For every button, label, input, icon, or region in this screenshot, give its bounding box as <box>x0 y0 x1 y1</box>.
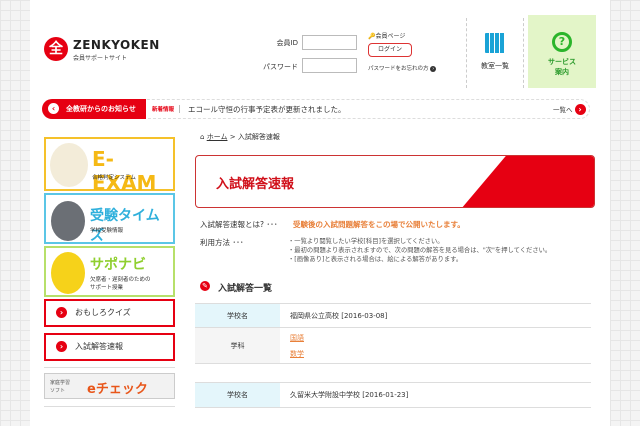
page-title: 入試解答速報 <box>216 177 295 192</box>
member-id-label: 会員ID <box>276 39 298 47</box>
chevron-right-icon: › <box>56 341 67 352</box>
answer-table: 学校名 久留米大学附設中学校 [2016-01-23] <box>195 382 591 408</box>
about-label: 入試解答速報とは? ･･･ <box>200 220 278 229</box>
login-button[interactable]: ログイン <box>368 43 412 57</box>
school-header: 学校名 <box>195 383 280 407</box>
juken-subtitle: 学校受験情報 <box>90 228 124 234</box>
subject-link[interactable]: 数学 <box>290 349 581 359</box>
quiz-label: おもしろクイズ <box>75 308 131 317</box>
mascot-sheep-icon <box>50 143 88 187</box>
divider <box>44 367 175 368</box>
pencil-icon: ✎ <box>200 281 210 291</box>
usage-list: ・一覧より閲覧したい学校[科目]を選択してください。 ・最初の問題より表示されま… <box>288 237 551 264</box>
echeck-banner[interactable]: 家庭学習 ソフト eチェック <box>44 373 175 399</box>
echeck-title: eチェック <box>87 382 148 397</box>
brand-name[interactable]: ZENKYOKEN <box>73 38 160 52</box>
juken-times-banner[interactable]: 受験タイムズ 学校受験情報 <box>44 193 175 244</box>
table-row: 学科 国語 数学 <box>195 328 591 364</box>
saponavi-banner[interactable]: サポナビ 欠席者・遅刻者のための サポート授業 <box>44 246 175 297</box>
banner-red-stripe <box>461 156 594 207</box>
school-header: 学校名 <box>195 304 280 327</box>
member-page-label: 会員ページ <box>375 33 406 40</box>
school-name: 福岡県公立高校 [2016-03-08] <box>290 311 388 320</box>
news-list-link[interactable]: 一覧へ › <box>553 104 586 115</box>
news-list-label: 一覧へ <box>553 106 573 114</box>
divider <box>44 406 175 407</box>
mascot-sprout-icon <box>51 201 85 241</box>
table-row: 学校名 久留米大学附設中学校 [2016-01-23] <box>195 383 591 408</box>
news-separator: | <box>178 104 181 113</box>
service-label-2: 案内 <box>555 68 569 76</box>
news-tab[interactable]: ‹ 全教研からのお知らせ <box>42 99 146 119</box>
brand-subtitle: 会員サポートサイト <box>73 55 128 62</box>
eexam-subtitle: 合格判定システム <box>92 175 136 181</box>
mascot-bird-icon <box>51 252 85 294</box>
home-icon: ⌂ <box>200 133 205 141</box>
eexam-title: E-EXAM <box>92 147 157 195</box>
page-banner: 入試解答速報 <box>195 155 595 208</box>
answer-table: 学校名 福岡県公立高校 [2016-03-08] 学科 国語 数学 <box>195 303 591 364</box>
subject-link[interactable]: 国語 <box>290 333 581 343</box>
chevron-right-icon: › <box>574 104 586 115</box>
password-label: パスワード <box>263 63 298 71</box>
news-tag: 新着情報 <box>152 107 175 113</box>
table-row: 学校名 福岡県公立高校 [2016-03-08] <box>195 304 591 328</box>
section-heading: 入試解答一覧 <box>218 284 273 294</box>
forgot-password-label: パスワードをお忘れの方 <box>368 66 429 72</box>
eexam-banner[interactable]: E-EXAM 合格判定システム <box>44 137 175 195</box>
breadcrumb-separator: > <box>229 133 236 141</box>
usage-item: ・一覧より閲覧したい学校[科目]を選択してください。 <box>288 238 444 245</box>
sidebar-answers-button[interactable]: › 入試解答速報 <box>44 333 175 361</box>
breadcrumb-current: 入試解答速報 <box>237 133 280 141</box>
breadcrumb-home[interactable]: ホーム <box>207 133 228 141</box>
usage-label: 利用方法 ･･･ <box>200 238 244 247</box>
forgot-password-link[interactable]: パスワードをお忘れの方 › <box>368 64 437 72</box>
echeck-small-2: ソフト <box>50 388 66 394</box>
breadcrumb: ⌂ ホーム > 入試解答速報 <box>200 132 280 142</box>
member-page-link[interactable]: 🔑会員ページ <box>368 31 405 40</box>
usage-item: ・最初の問題より表示されますので、次の問題の解答を見る場合は、"次"を押してくだ… <box>288 247 552 254</box>
school-name: 久留米大学附設中学校 [2016-01-23] <box>290 391 409 399</box>
zenkyoken-logo[interactable]: 全 <box>44 37 68 61</box>
subject-header: 学科 <box>195 328 280 363</box>
service-label-1: サービス <box>548 58 576 66</box>
building-icon <box>485 33 505 53</box>
password-input[interactable] <box>302 58 357 73</box>
sidebar-quiz-button[interactable]: › おもしろクイズ <box>44 299 175 327</box>
answers-label: 入試解答速報 <box>75 342 123 351</box>
usage-item: ・[画像あり]と表示される場合は、絵による解答があります。 <box>288 256 463 263</box>
news-tab-label: 全教研からのお知らせ <box>66 105 136 113</box>
chevron-right-icon: › <box>56 307 67 318</box>
chevron-left-icon: ‹ <box>48 103 59 114</box>
service-guide-tile[interactable]: ? サービス 案内 <box>528 15 596 88</box>
juken-title: 受験タイムズ <box>90 208 160 244</box>
classroom-list-label: 教室一覧 <box>481 62 509 70</box>
saponavi-subtitle-2: サポート授業 <box>90 285 124 291</box>
chevron-right-icon: › <box>430 66 437 72</box>
saponavi-subtitle-1: 欠席者・遅刻者のための <box>90 277 151 283</box>
member-id-input[interactable] <box>302 35 357 50</box>
news-message[interactable]: エコール守恒の行事予定表が更新されました。 <box>188 104 346 115</box>
echeck-small-1: 家庭学習 <box>50 380 71 386</box>
help-icon: ? <box>552 32 572 52</box>
about-text: 受験後の入試問題解答をこの場で公開いたします。 <box>293 220 465 229</box>
classroom-list-tile[interactable]: 教室一覧 <box>466 18 524 88</box>
saponavi-title: サポナビ <box>90 257 146 273</box>
